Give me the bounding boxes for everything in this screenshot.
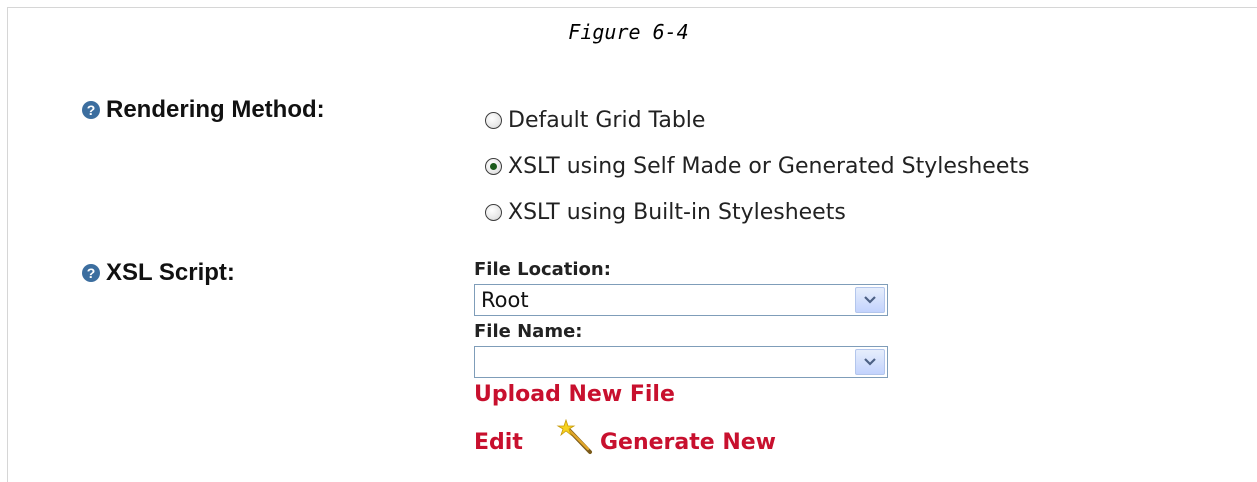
file-location-label: File Location:	[474, 259, 611, 280]
generate-new-link[interactable]: Generate New	[600, 430, 776, 455]
rendering-method-label: ? Rendering Method:	[82, 96, 325, 124]
xsl-script-label: ? XSL Script:	[82, 259, 235, 287]
magic-wand-icon[interactable]	[556, 418, 596, 459]
upload-new-file-link[interactable]: Upload New File	[474, 382, 675, 407]
radio-label: XSLT using Self Made or Generated Styles…	[508, 154, 1030, 179]
radio-button[interactable]	[485, 112, 502, 129]
chevron-down-icon[interactable]	[855, 287, 885, 313]
radio-xslt-built-in[interactable]: XSLT using Built-in Stylesheets	[485, 200, 846, 225]
file-name-label: File Name:	[474, 321, 583, 342]
file-location-select[interactable]: Root	[474, 284, 888, 316]
chevron-down-icon[interactable]	[855, 349, 885, 375]
radio-label: Default Grid Table	[508, 108, 706, 133]
radio-xslt-self-made[interactable]: XSLT using Self Made or Generated Styles…	[485, 154, 1029, 179]
xsl-script-text: XSL Script:	[106, 259, 235, 286]
file-name-select[interactable]	[474, 346, 888, 378]
radio-button[interactable]	[485, 204, 502, 221]
rendering-method-text: Rendering Method:	[106, 96, 325, 123]
edit-link[interactable]: Edit	[474, 430, 523, 455]
figure-caption: Figure 6-4	[568, 20, 689, 44]
help-icon[interactable]: ?	[82, 101, 100, 119]
file-location-value: Root	[481, 288, 529, 312]
radio-button-selected[interactable]	[485, 158, 502, 175]
content-frame	[7, 7, 1257, 482]
help-icon[interactable]: ?	[82, 264, 100, 282]
radio-label: XSLT using Built-in Stylesheets	[508, 200, 846, 225]
radio-default-grid-table[interactable]: Default Grid Table	[485, 108, 705, 133]
